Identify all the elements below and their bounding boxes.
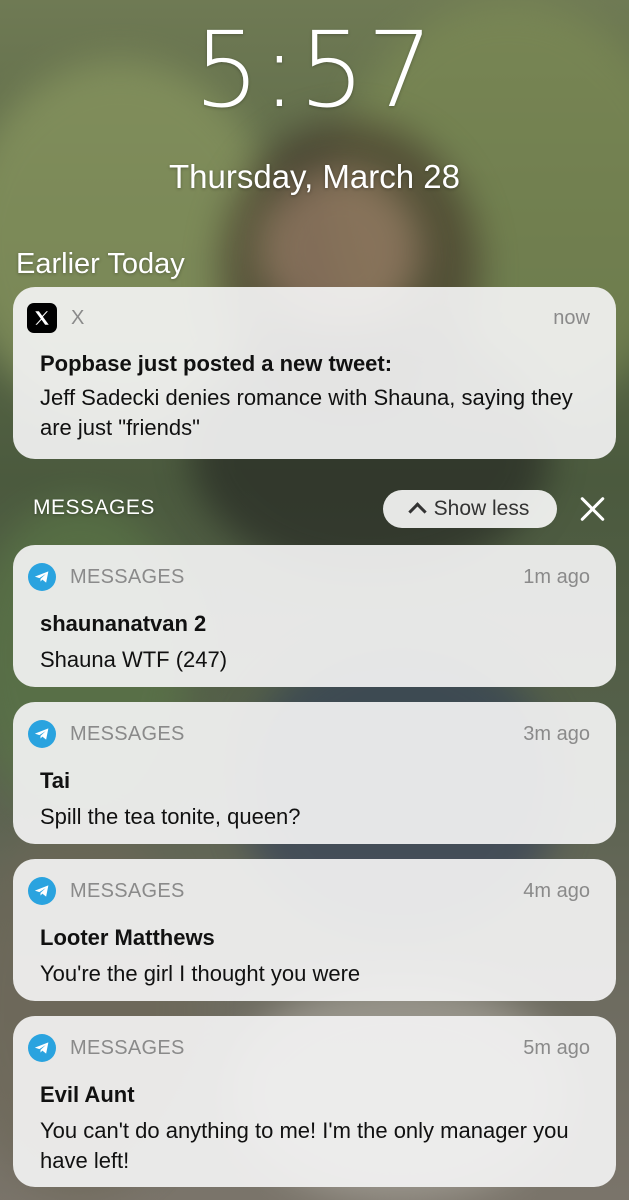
x-notification[interactable]: X now Popbase just posted a new tweet: J… <box>13 287 616 459</box>
section-title: Earlier Today <box>16 248 185 280</box>
close-icon[interactable] <box>578 494 608 524</box>
telegram-plane-icon <box>28 877 56 905</box>
message-text: You're the girl I thought you were <box>40 961 361 986</box>
notification-body: Jeff Sadecki denies romance with Shauna,… <box>40 385 573 440</box>
message-text: You can't do anything to me! I'm the onl… <box>40 1118 569 1173</box>
message-sender: shaunanatvan 2 <box>40 611 207 636</box>
telegram-plane-icon <box>28 563 56 591</box>
notification-title: Popbase just posted a new tweet: <box>40 351 393 376</box>
message-notification[interactable]: MESSAGES 3m ago Tai Spill the tea tonite… <box>13 702 616 844</box>
message-text: Spill the tea tonite, queen? <box>40 804 301 829</box>
notification-app-name: MESSAGES <box>70 1036 185 1059</box>
show-less-label: Show less <box>433 497 530 520</box>
notification-time: 1m ago <box>523 565 590 588</box>
lock-screen-clock: 5:57 <box>193 9 436 131</box>
notification-time: 4m ago <box>523 879 590 902</box>
telegram-plane-icon <box>28 720 56 748</box>
show-less-button[interactable]: Show less <box>383 490 557 528</box>
telegram-plane-icon <box>28 1034 56 1062</box>
notification-time: 3m ago <box>523 722 590 745</box>
message-notification[interactable]: MESSAGES 4m ago Looter Matthews You're t… <box>13 859 616 1001</box>
message-sender: Evil Aunt <box>40 1082 135 1107</box>
notification-app-name: MESSAGES <box>70 722 185 745</box>
message-text: Shauna WTF (247) <box>40 647 228 672</box>
notification-app-name: MESSAGES <box>70 879 185 902</box>
message-notification[interactable]: MESSAGES 1m ago shaunanatvan 2 Shauna WT… <box>13 545 616 687</box>
notification-time: now <box>553 306 590 329</box>
chevron-up-icon <box>407 502 427 521</box>
notification-app-name: X <box>71 306 85 329</box>
lock-screen-date: Thursday, March 28 <box>168 158 460 195</box>
message-sender: Looter Matthews <box>40 925 215 950</box>
notification-group-title: MESSAGES <box>33 496 155 519</box>
notification-time: 5m ago <box>523 1036 590 1059</box>
message-sender: Tai <box>40 768 71 793</box>
x-logo-icon <box>27 303 57 333</box>
message-notification[interactable]: MESSAGES 5m ago Evil Aunt You can't do a… <box>13 1016 616 1187</box>
notification-app-name: MESSAGES <box>70 565 185 588</box>
